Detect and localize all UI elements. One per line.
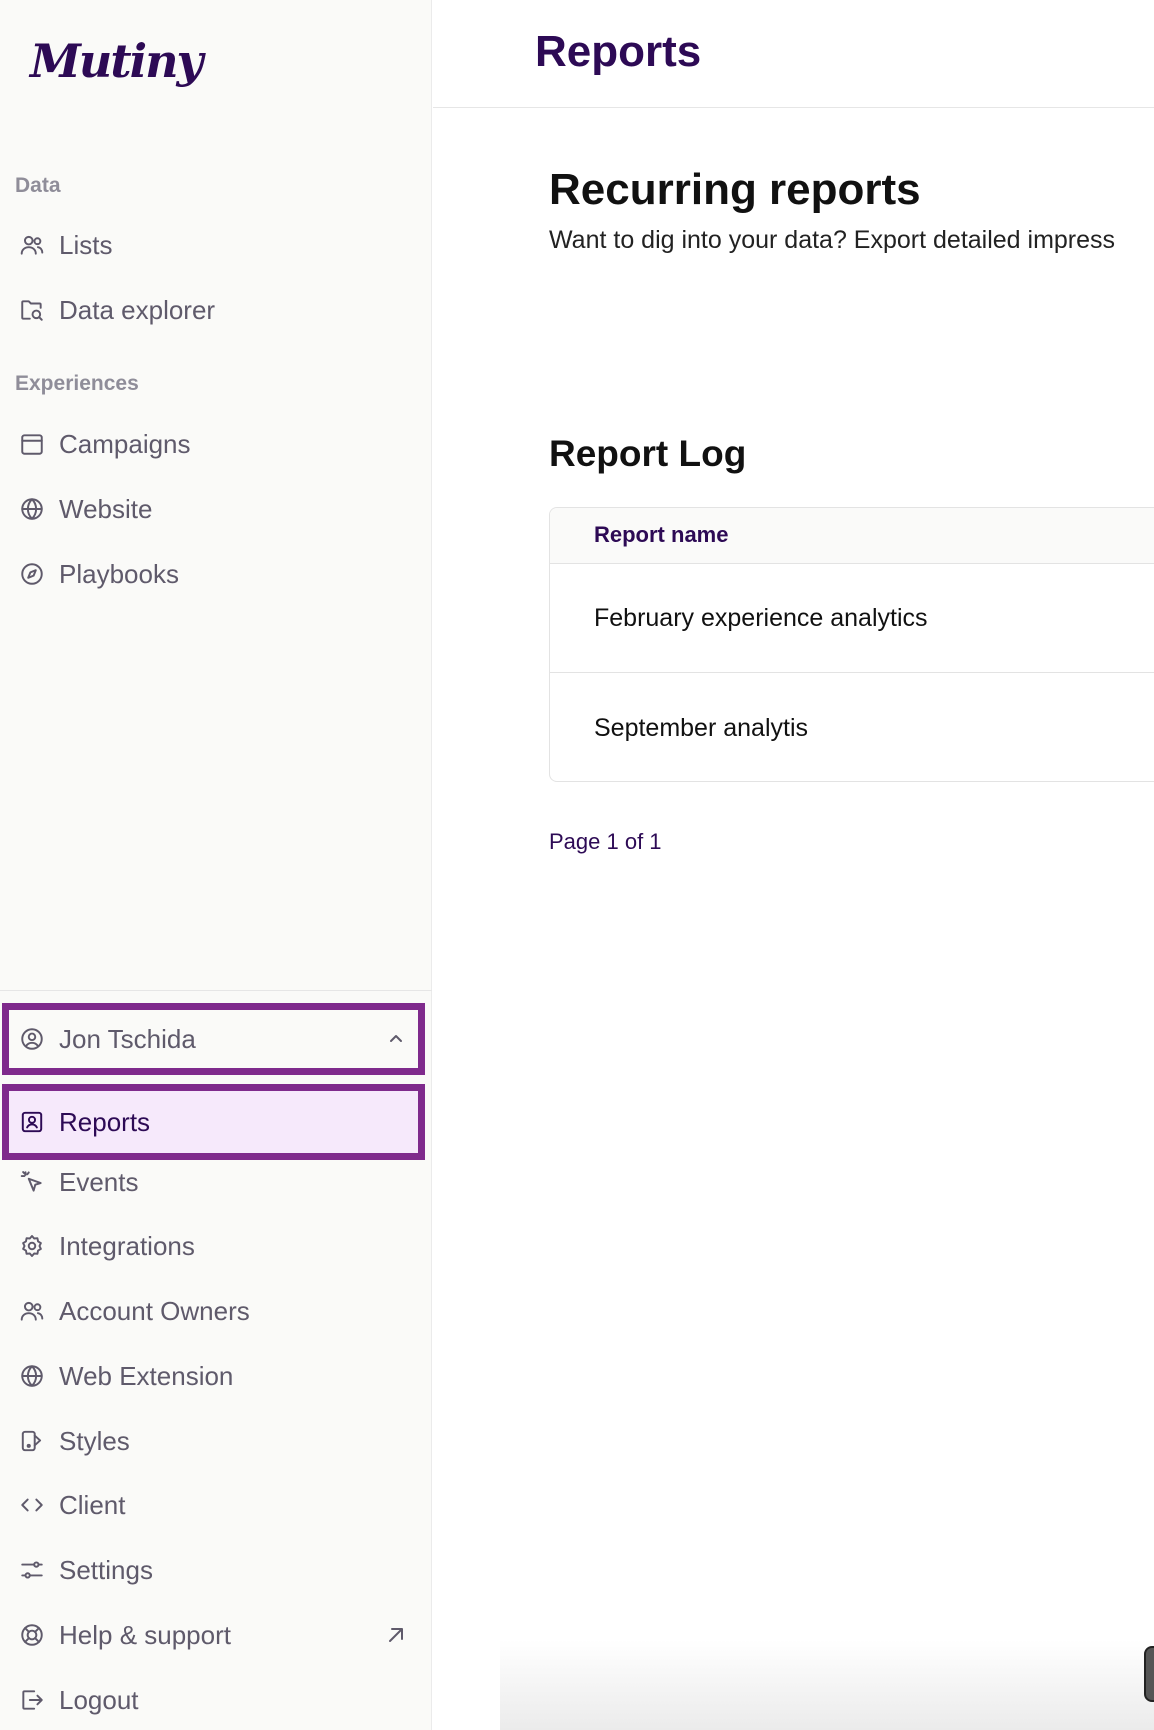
sidebar-item-website[interactable]: Website — [0, 480, 430, 538]
section-label-experiences: Experiences — [15, 372, 139, 395]
column-header-report-name: Report name — [594, 522, 729, 547]
table-row[interactable]: February experience analytics — [550, 564, 1154, 673]
sidebar-item-label: Website — [59, 493, 153, 524]
sliders-icon — [19, 1557, 45, 1583]
user-menu-toggle[interactable]: Jon Tschida — [9, 1010, 418, 1068]
section-label-data: Data — [15, 174, 61, 197]
chevron-up-icon — [384, 1027, 408, 1051]
page-title: Reports — [535, 27, 702, 76]
paint-icon — [19, 1428, 45, 1454]
report-log-heading: Report Log — [549, 433, 747, 474]
top-bar: Reports — [433, 0, 1154, 108]
main-content: Reports Recurring reports Want to dig in… — [433, 0, 1154, 1730]
sidebar-item-help-support[interactable]: Help & support — [0, 1606, 430, 1664]
bottom-shadow-overlay — [500, 1640, 1154, 1730]
sidebar-divider — [0, 990, 432, 991]
sidebar-item-web-extension[interactable]: Web Extension — [0, 1347, 430, 1405]
sidebar-item-lists[interactable]: Lists — [0, 216, 430, 274]
user-circle-icon — [19, 1026, 45, 1052]
sidebar-item-label: Data explorer — [59, 294, 216, 325]
sidebar-item-label: Integrations — [59, 1230, 195, 1261]
sidebar-item-reports[interactable]: Reports — [9, 1093, 418, 1151]
sidebar-item-playbooks[interactable]: Playbooks — [0, 545, 430, 603]
users-icon — [19, 232, 45, 258]
reports-highlight: Reports — [2, 1084, 425, 1160]
sidebar-item-settings[interactable]: Settings — [0, 1541, 430, 1599]
sidebar-item-label: Events — [59, 1166, 139, 1197]
table-header: Report name — [550, 508, 1154, 564]
lifebuoy-icon — [19, 1622, 45, 1648]
sidebar-item-account-owners[interactable]: Account Owners — [0, 1282, 430, 1340]
sidebar-item-label: Campaigns — [59, 428, 191, 459]
sidebar-item-label: Settings — [59, 1554, 153, 1585]
logout-icon — [19, 1687, 45, 1713]
globe-icon — [19, 496, 45, 522]
sidebar-item-label: Playbooks — [59, 558, 179, 589]
mutiny-logo[interactable]: Mutiny — [30, 34, 203, 88]
user-name: Jon Tschida — [59, 1023, 196, 1054]
external-link-icon — [384, 1623, 408, 1647]
sidebar-item-label: Logout — [59, 1684, 139, 1715]
sidebar-item-integrations[interactable]: Integrations — [0, 1217, 430, 1275]
floating-widget-handle[interactable] — [1144, 1646, 1154, 1702]
code-icon — [19, 1492, 45, 1518]
calendar-icon — [19, 431, 45, 457]
table-row[interactable]: September analytis — [550, 674, 1154, 781]
sidebar-item-events[interactable]: Events — [0, 1153, 430, 1211]
report-icon — [19, 1109, 45, 1135]
report-name-cell[interactable]: February experience analytics — [594, 604, 928, 633]
sidebar-item-label: Client — [59, 1489, 126, 1520]
sidebar-item-data-explorer[interactable]: Data explorer — [0, 281, 430, 339]
sidebar-item-client[interactable]: Client — [0, 1476, 430, 1534]
sidebar-item-label: Reports — [59, 1106, 151, 1137]
sidebar-item-logout[interactable]: Logout — [0, 1671, 430, 1729]
sidebar-item-label: Styles — [59, 1425, 130, 1456]
screen: Mutiny Data Lists Data explorer Experien… — [0, 0, 1154, 1730]
sidebar-item-campaigns[interactable]: Campaigns — [0, 415, 430, 473]
sidebar: Mutiny Data Lists Data explorer Experien… — [0, 0, 432, 1730]
report-log-table: Report name February experience analytic… — [549, 507, 1154, 782]
recurring-reports-heading: Recurring reports — [549, 165, 921, 214]
sidebar-item-styles[interactable]: Styles — [0, 1412, 430, 1470]
folder-search-icon — [19, 297, 45, 323]
sidebar-item-label: Web Extension — [59, 1360, 234, 1391]
sidebar-item-label: Help & support — [59, 1619, 231, 1650]
sidebar-item-label: Account Owners — [59, 1295, 250, 1326]
gear-icon — [19, 1233, 45, 1259]
globe-icon — [19, 1363, 45, 1389]
compass-icon — [19, 561, 45, 587]
users-icon — [19, 1298, 45, 1324]
sidebar-item-label: Lists — [59, 229, 113, 260]
report-name-cell[interactable]: September analytis — [594, 714, 808, 743]
user-menu-highlight: Jon Tschida — [2, 1003, 425, 1075]
recurring-reports-description: Want to dig into your data? Export detai… — [549, 226, 1116, 254]
cursor-click-icon — [19, 1169, 45, 1195]
pagination-label: Page 1 of 1 — [549, 829, 662, 854]
